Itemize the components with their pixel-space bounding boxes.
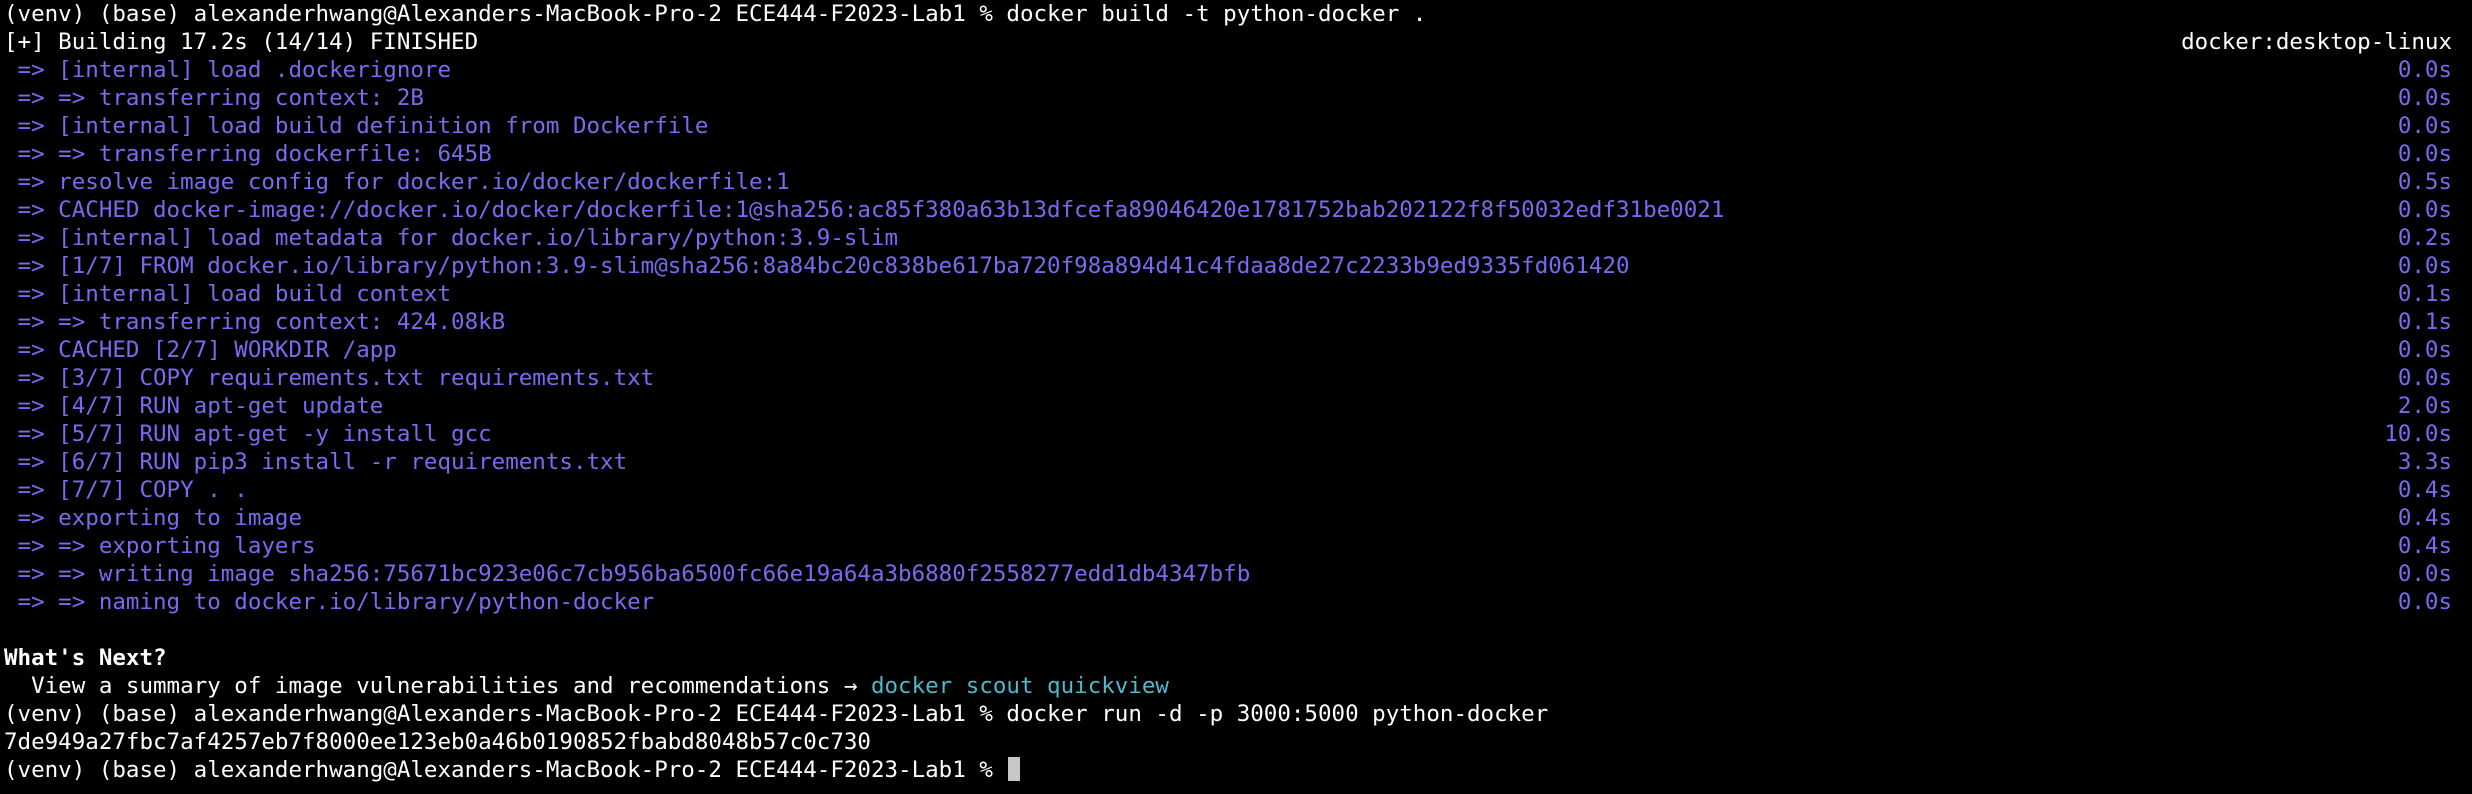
build-step-row: => [5/7] RUN apt-get -y install gcc 10.0s <box>4 420 2472 448</box>
whats-next-hint-text: View a summary of image vulnerabilities … <box>4 673 871 699</box>
build-step-text: => => exporting layers <box>4 533 316 559</box>
text-cursor <box>1008 757 1021 781</box>
build-step-row: => [internal] load .dockerignore 0.0s <box>4 56 2472 84</box>
build-step-duration: 10.0s <box>2384 421 2452 447</box>
build-step-duration: 3.3s <box>2397 449 2452 475</box>
build-step-row: => CACHED docker-image://docker.io/docke… <box>4 196 2472 224</box>
build-step-row: => [1/7] FROM docker.io/library/python:3… <box>4 252 2472 280</box>
build-step-duration: 0.2s <box>2397 225 2452 251</box>
build-command: docker build -t python-docker . <box>992 1 1427 27</box>
build-step-text: => [internal] load metadata for docker.i… <box>4 225 899 251</box>
build-step-row: => => exporting layers 0.4s <box>4 532 2472 560</box>
build-step-row: => => transferring context: 2B 0.0s <box>4 84 2472 112</box>
build-step-row: => [7/7] COPY . . 0.4s <box>4 476 2472 504</box>
build-step-text: => [3/7] COPY requirements.txt requireme… <box>4 365 655 391</box>
build-step-duration: 0.4s <box>2397 505 2452 531</box>
build-step-duration: 0.0s <box>2397 85 2452 111</box>
build-step-duration: 0.4s <box>2397 477 2452 503</box>
shell-prompt: (venv) (base) alexanderhwang@Alexanders-… <box>4 701 993 727</box>
build-step-row: => resolve image config for docker.io/do… <box>4 168 2472 196</box>
build-step-duration: 0.5s <box>2397 169 2452 195</box>
build-step-text: => [5/7] RUN apt-get -y install gcc <box>4 421 492 447</box>
terminal-window[interactable]: (venv) (base) alexanderhwang@Alexanders-… <box>0 0 2472 794</box>
build-step-duration: 0.0s <box>2397 57 2452 83</box>
build-step-text: => resolve image config for docker.io/do… <box>4 169 790 195</box>
build-step-text: => CACHED docker-image://docker.io/docke… <box>4 197 1725 223</box>
build-step-duration: 0.4s <box>2397 533 2452 559</box>
build-step-row: => => transferring dockerfile: 645B 0.0s <box>4 140 2472 168</box>
build-step-duration: 2.0s <box>2397 393 2452 419</box>
build-step-row: => => naming to docker.io/library/python… <box>4 588 2472 616</box>
build-step-text: => [internal] load .dockerignore <box>4 57 452 83</box>
build-step-text: => => transferring dockerfile: 645B <box>4 141 492 167</box>
shell-prompt: (venv) (base) alexanderhwang@Alexanders-… <box>4 757 993 783</box>
build-step-text: => [4/7] RUN apt-get update <box>4 393 384 419</box>
run-command: docker run -d -p 3000:5000 python-docker <box>992 701 1549 727</box>
build-step-row: => => writing image sha256:75671bc923e06… <box>4 560 2472 588</box>
build-step-text: => exporting to image <box>4 505 303 531</box>
whats-next-title: What's Next? <box>4 645 167 671</box>
docker-scout-command: docker scout quickview <box>870 673 1169 699</box>
build-step-text: => => writing image sha256:75671bc923e06… <box>4 561 1251 587</box>
build-step-duration: 0.0s <box>2397 365 2452 391</box>
build-step-text: => [internal] load build context <box>4 281 452 307</box>
build-step-duration: 0.1s <box>2397 309 2452 335</box>
build-step-duration: 0.1s <box>2397 281 2452 307</box>
build-step-text: => => naming to docker.io/library/python… <box>4 589 655 615</box>
build-steps: => [internal] load .dockerignore 0.0s => … <box>4 56 2472 616</box>
build-step-duration: 0.0s <box>2397 337 2452 363</box>
build-step-duration: 0.0s <box>2397 561 2452 587</box>
build-step-text: => [7/7] COPY . . <box>4 477 248 503</box>
build-step-row: => exporting to image 0.4s <box>4 504 2472 532</box>
build-step-duration: 0.0s <box>2397 113 2452 139</box>
build-step-text: => => transferring context: 424.08kB <box>4 309 506 335</box>
build-step-duration: 0.0s <box>2397 253 2452 279</box>
build-header: [+] Building 17.2s (14/14) FINISHED docke… <box>4 28 2472 56</box>
current-prompt-line[interactable]: (venv) (base) alexanderhwang@Alexanders-… <box>4 756 2472 784</box>
build-step-text: => [1/7] FROM docker.io/library/python:3… <box>4 253 1630 279</box>
build-step-text: => CACHED [2/7] WORKDIR /app <box>4 337 397 363</box>
whats-next-hint: View a summary of image vulnerabilities … <box>4 672 2472 700</box>
build-step-row: => [internal] load build definition from… <box>4 112 2472 140</box>
build-step-row: => [internal] load metadata for docker.i… <box>4 224 2472 252</box>
build-step-duration: 0.0s <box>2397 141 2452 167</box>
shell-prompt: (venv) (base) alexanderhwang@Alexanders-… <box>4 1 993 27</box>
command-line-run: (venv) (base) alexanderhwang@Alexanders-… <box>4 700 2472 728</box>
build-status: [+] Building 17.2s (14/14) FINISHED <box>4 29 479 55</box>
container-id-output: 7de949a27fbc7af4257eb7f8000ee123eb0a46b0… <box>4 729 871 755</box>
build-step-row: => [6/7] RUN pip3 install -r requirement… <box>4 448 2472 476</box>
build-platform: docker:desktop-linux <box>2181 29 2452 55</box>
build-step-duration: 0.0s <box>2397 589 2452 615</box>
build-step-duration: 0.0s <box>2397 197 2452 223</box>
build-step-row: => [4/7] RUN apt-get update 2.0s <box>4 392 2472 420</box>
build-step-row: => [3/7] COPY requirements.txt requireme… <box>4 364 2472 392</box>
build-step-text: => => transferring context: 2B <box>4 85 424 111</box>
build-step-row: => [internal] load build context 0.1s <box>4 280 2472 308</box>
build-step-text: => [6/7] RUN pip3 install -r requirement… <box>4 449 628 475</box>
build-step-row: => => transferring context: 424.08kB 0.1s <box>4 308 2472 336</box>
build-step-row: => CACHED [2/7] WORKDIR /app 0.0s <box>4 336 2472 364</box>
build-step-text: => [internal] load build definition from… <box>4 113 709 139</box>
command-line-build: (venv) (base) alexanderhwang@Alexanders-… <box>4 0 2472 28</box>
